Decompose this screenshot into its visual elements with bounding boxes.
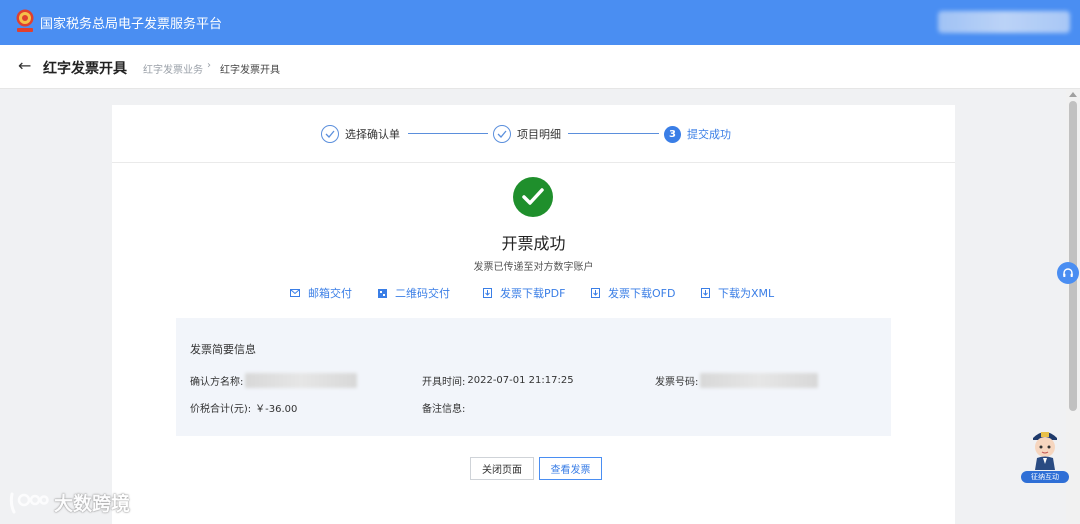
check-circle-icon <box>493 125 511 143</box>
action-label: 二维码交付 <box>395 287 450 300</box>
step-select-confirmation: 选择确认单 <box>321 124 400 144</box>
assistant-label: 征纳互动 <box>1021 471 1069 483</box>
download-pdf-link[interactable]: 发票下载PDF <box>482 285 565 301</box>
step-submit-success: 3 提交成功 <box>664 124 731 144</box>
mail-icon <box>290 288 300 298</box>
buyer-name-field: 确认方名称: <box>190 373 358 388</box>
step-connector <box>408 133 488 134</box>
invoice-number-redacted <box>700 373 819 388</box>
steps-bar: 选择确认单 项目明细 3 提交成功 <box>112 105 955 163</box>
success-title: 开票成功 <box>501 234 566 253</box>
assistant-widget[interactable]: 征纳互动 <box>1021 424 1069 484</box>
breadcrumb-item-current: 红字发票开具 <box>220 65 280 76</box>
close-page-button[interactable]: 关闭页面 <box>470 457 534 480</box>
action-label: 发票下载OFD <box>608 287 676 300</box>
step-label: 提交成功 <box>687 128 731 141</box>
tax-emblem-icon <box>14 8 36 34</box>
assistant-avatar-icon <box>1033 432 1057 470</box>
watermark-text: 大数跨境 <box>54 493 131 515</box>
breadcrumb-item-red-invoice-business[interactable]: 红字发票业务 <box>143 61 203 76</box>
download-xml-icon <box>700 288 710 298</box>
back-arrow-icon[interactable]: ← <box>18 57 31 75</box>
top-bar: 国家税务总局电子发票服务平台 <box>0 0 1080 45</box>
action-label: 邮箱交付 <box>308 287 352 300</box>
download-ofd-icon <box>590 288 600 298</box>
app-title: 国家税务总局电子发票服务平台 <box>40 17 223 32</box>
issue-time-label: 开具时间: <box>422 377 466 388</box>
action-label: 下载为XML <box>718 287 775 300</box>
scroll-up-arrow-icon[interactable] <box>1069 92 1077 97</box>
total-amount-label: 价税合计(元): <box>190 404 252 415</box>
step-label: 选择确认单 <box>345 128 400 141</box>
invoice-summary-title: 发票简要信息 <box>190 343 256 356</box>
success-subtitle: 发票已传递至对方数字账户 <box>473 262 594 273</box>
download-ofd-link[interactable]: 发票下载OFD <box>590 285 675 301</box>
step-item-details: 项目明细 <box>493 124 561 144</box>
watermark-logo-icon <box>9 492 49 513</box>
invoice-summary-box: 发票简要信息 确认方名称: 开具时间: 2022-07-01 21:17:25 … <box>176 318 891 436</box>
view-invoice-button[interactable]: 查看发票 <box>539 457 602 480</box>
breadcrumb-separator-icon: › <box>207 60 211 71</box>
download-pdf-icon <box>482 288 492 298</box>
step-connector <box>568 133 659 134</box>
total-amount-field: 价税合计(元): ￥-36.00 <box>190 400 297 415</box>
user-info-redacted[interactable] <box>938 11 1070 33</box>
total-amount-value: ￥-36.00 <box>255 404 298 415</box>
page-title: 红字发票开具 <box>43 61 127 77</box>
buyer-name-label: 确认方名称: <box>190 377 244 388</box>
page-header: ← 红字发票开具 红字发票业务 › 红字发票开具 <box>0 45 1080 89</box>
download-xml-link[interactable]: 下载为XML <box>700 285 774 301</box>
email-delivery-link[interactable]: 邮箱交付 <box>290 285 352 301</box>
step-number-badge: 3 <box>664 125 681 143</box>
issue-time-value: 2022-07-01 21:17:25 <box>467 375 574 386</box>
headset-icon[interactable] <box>1057 262 1079 284</box>
qrcode-delivery-link[interactable]: 二维码交付 <box>377 285 450 301</box>
qrcode-icon <box>377 288 387 298</box>
check-circle-icon <box>321 125 339 143</box>
watermark: 大数跨境 <box>8 489 130 516</box>
invoice-number-field: 发票号码: <box>655 373 819 388</box>
remark-label: 备注信息: <box>422 404 466 415</box>
remark-field: 备注信息: <box>422 400 465 415</box>
invoice-number-label: 发票号码: <box>655 377 699 388</box>
issue-time-field: 开具时间: 2022-07-01 21:17:25 <box>422 373 574 388</box>
success-check-icon <box>513 177 553 217</box>
main-panel: 选择确认单 项目明细 3 提交成功 开票成功 发票已传递至对方数字账户 邮箱交付… <box>112 105 955 524</box>
step-label: 项目明细 <box>517 128 561 141</box>
scroll-thumb[interactable] <box>1069 101 1077 411</box>
action-label: 发票下载PDF <box>500 287 566 300</box>
buyer-name-redacted <box>245 373 358 388</box>
